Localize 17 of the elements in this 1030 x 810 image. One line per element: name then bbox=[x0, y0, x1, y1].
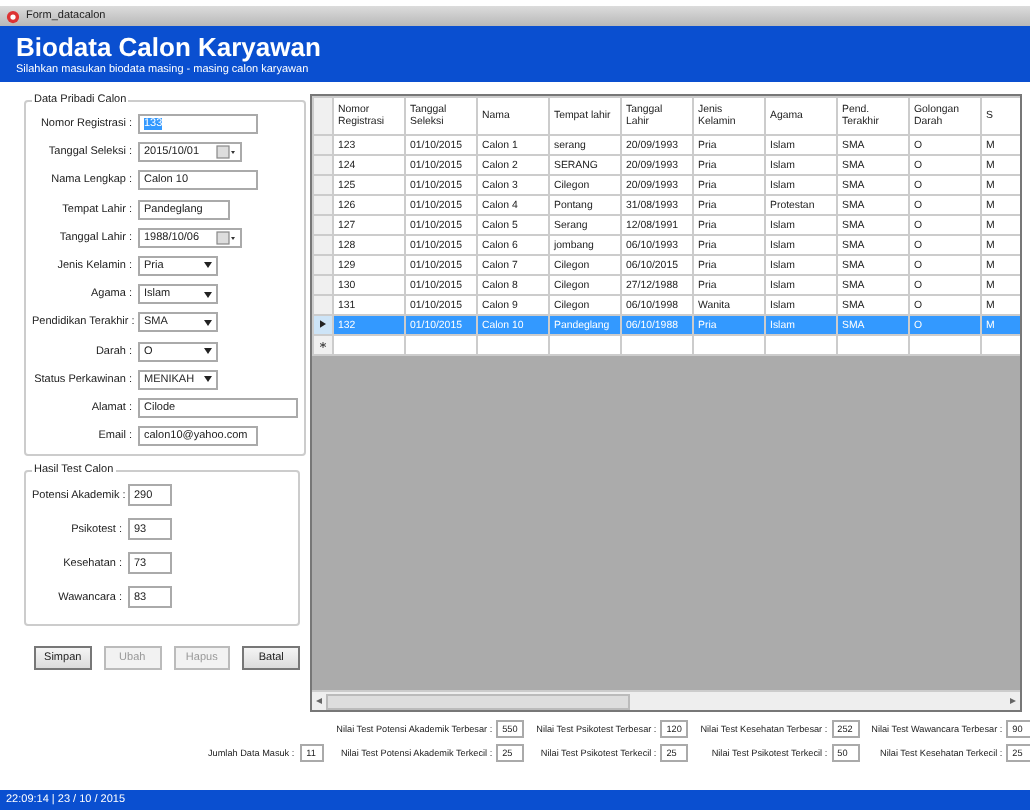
scroll-right-icon[interactable] bbox=[1010, 698, 1016, 704]
scroll-left-icon[interactable] bbox=[316, 698, 322, 704]
dropdown-arrow-icon bbox=[204, 348, 212, 354]
page-title: Biodata Calon Karyawan bbox=[16, 32, 323, 62]
calendar-icon bbox=[216, 229, 236, 246]
dropdown-arrow-icon bbox=[204, 376, 212, 383]
row-header-corner bbox=[313, 97, 333, 135]
current-row-icon bbox=[320, 319, 326, 327]
app-icon bbox=[6, 9, 20, 23]
dropdown-arrow-icon bbox=[204, 319, 212, 326]
dropdown-arrow-icon bbox=[204, 262, 212, 269]
row-header[interactable] bbox=[313, 315, 333, 335]
dropdown-arrow-icon bbox=[204, 291, 212, 298]
scrollbar-thumb[interactable] bbox=[326, 693, 630, 709]
horizontal-scrollbar[interactable] bbox=[312, 690, 1020, 710]
calendar-icon bbox=[216, 144, 236, 161]
new-row-icon bbox=[320, 341, 326, 347]
